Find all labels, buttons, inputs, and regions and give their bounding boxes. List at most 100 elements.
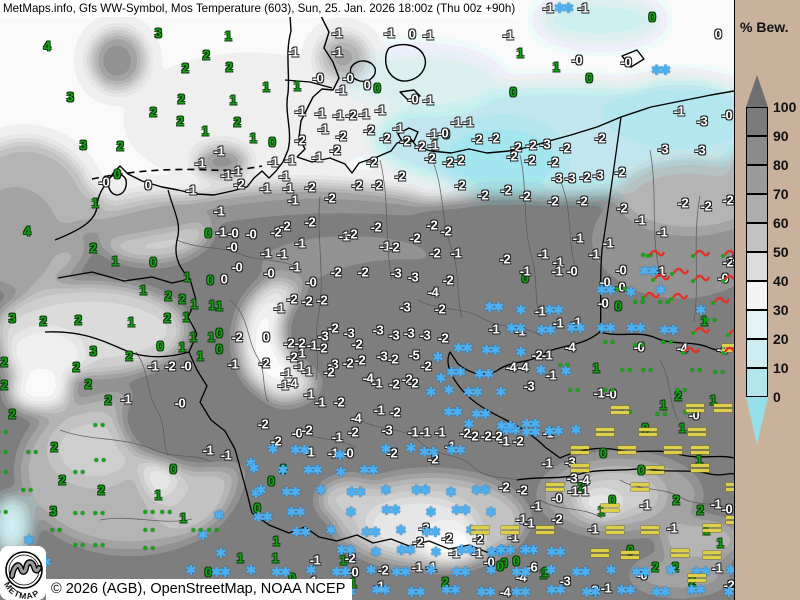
temp-label: -0 — [181, 360, 192, 373]
temp-label: -0 — [552, 492, 563, 505]
temp-label: -4 — [506, 361, 517, 374]
temp-label: -3 — [552, 172, 563, 185]
temp-label: -1 — [423, 29, 434, 42]
temp-label: -2 — [165, 360, 176, 373]
temp-label: -1 — [712, 562, 723, 575]
snow-icon: ✱✱ — [406, 586, 424, 599]
metmaps-logo-icon: METMAPS — [0, 546, 46, 600]
drizzle-icon: ●● — [615, 285, 630, 294]
fog-icon — [639, 426, 657, 438]
drizzle-icon: ●● — [143, 508, 158, 517]
legend-tick-label: 50 — [773, 244, 789, 260]
snow-icon: ✱✱ — [616, 584, 634, 597]
temp-label: 1 — [225, 30, 232, 43]
fog-icon — [606, 524, 624, 536]
temp-label: -1 — [520, 265, 531, 278]
temp-label: 1 — [294, 80, 301, 93]
temp-label: -2 — [425, 152, 436, 165]
temp-label: -2 — [336, 130, 347, 143]
temp-label: 2 — [59, 474, 66, 487]
temp-label: -1 — [307, 339, 318, 352]
drizzle-icon: ●● — [690, 366, 705, 375]
temp-label: 2 — [9, 408, 16, 421]
temp-label: -1 — [333, 109, 344, 122]
temp-label: -2 — [305, 181, 316, 194]
drizzle-icon: ●● — [143, 544, 158, 553]
snow-icon: ✱ — [268, 443, 277, 456]
fog-icon — [571, 462, 589, 474]
temp-label: -0 — [438, 127, 449, 140]
temp-label: -2 — [526, 139, 537, 152]
temp-label: -2 — [259, 357, 270, 370]
drizzle-icon: ●● — [160, 508, 175, 517]
fog-icon — [703, 522, 721, 534]
temp-label: -1 — [553, 317, 564, 330]
temp-label: -1 — [601, 582, 612, 595]
legend-arrow-top — [746, 75, 768, 107]
temp-label: 1 — [216, 300, 223, 313]
temp-label: -0 — [567, 265, 578, 278]
temp-label: -1 — [203, 444, 214, 457]
snow-icon: ✱✱ — [571, 566, 589, 579]
snow-icon: ✱✱ — [471, 408, 489, 421]
temp-label: 2 — [177, 115, 184, 128]
temp-label: -2 — [390, 406, 401, 419]
temp-label: -2 — [430, 247, 441, 260]
snow-icon: ✱ — [216, 547, 225, 560]
temp-label: -1 — [674, 105, 685, 118]
fog-icon — [631, 481, 649, 493]
snow-icon: ✱ — [444, 384, 453, 397]
snow-icon: ✱✱ — [481, 344, 499, 357]
drizzle-icon: ●● — [21, 486, 36, 495]
temp-label: -2 — [355, 354, 366, 367]
temp-label: -1 — [568, 485, 579, 498]
temp-label: -2 — [302, 424, 313, 437]
temp-label: -2 — [421, 360, 432, 373]
temp-label: -1 — [489, 323, 500, 336]
temp-label: -2 — [287, 293, 298, 306]
drizzle-icon: ●● — [207, 526, 222, 535]
temp-label: -1 — [546, 369, 557, 382]
temp-label: -2 — [395, 170, 406, 183]
fog-icon — [686, 402, 704, 414]
temp-label: -3 — [593, 169, 604, 182]
drizzle-icon: ●● — [50, 526, 65, 535]
temp-label: -3 — [540, 138, 551, 151]
temp-label: 0 — [638, 464, 645, 477]
fog-icon — [703, 549, 721, 561]
drizzle-icon: ●● — [73, 468, 88, 477]
temp-label: -1 — [542, 457, 553, 470]
fog-icon — [591, 547, 609, 559]
snow-icon: ✱✱ — [253, 511, 271, 524]
legend-band — [746, 136, 768, 165]
snow-icon: ✱ — [316, 484, 325, 497]
temp-label: 1 — [190, 331, 197, 344]
temp-label: 0 — [510, 86, 517, 99]
temp-label: 2 — [226, 61, 233, 74]
temp-label: 0 — [157, 340, 164, 353]
drizzle-icon: ●● — [633, 341, 648, 350]
temp-label: 2 — [673, 494, 680, 507]
legend-band — [746, 252, 768, 281]
temp-label: -2 — [305, 216, 316, 229]
temp-label: -4 — [500, 586, 511, 599]
snow-icon: ✱✱ — [651, 586, 669, 599]
snow-icon: ✱✱ — [453, 342, 471, 355]
temp-label: -2 — [330, 144, 341, 157]
temp-label: -0 — [175, 397, 186, 410]
temp-label: -0 — [227, 241, 238, 254]
metmaps-weather-map-page: 4312223212221320111010110004210010122111… — [0, 0, 800, 600]
temp-label: 1 — [553, 61, 560, 74]
temp-label: -2 — [615, 166, 626, 179]
snow-icon: ✱ — [486, 506, 495, 519]
temp-label: -2 — [317, 342, 328, 355]
temp-label: -1 — [304, 388, 315, 401]
snow-icon: ✱✱ — [544, 425, 562, 438]
temp-label: -2 — [400, 135, 411, 148]
temp-label: -2 — [723, 194, 734, 207]
snow-icon: ✱✱ — [506, 322, 524, 335]
temp-label: -3 — [524, 380, 535, 393]
legend-tick-label: 20 — [773, 331, 789, 347]
drizzle-icon: ●● — [655, 410, 670, 419]
temp-label: -1 — [393, 122, 404, 135]
